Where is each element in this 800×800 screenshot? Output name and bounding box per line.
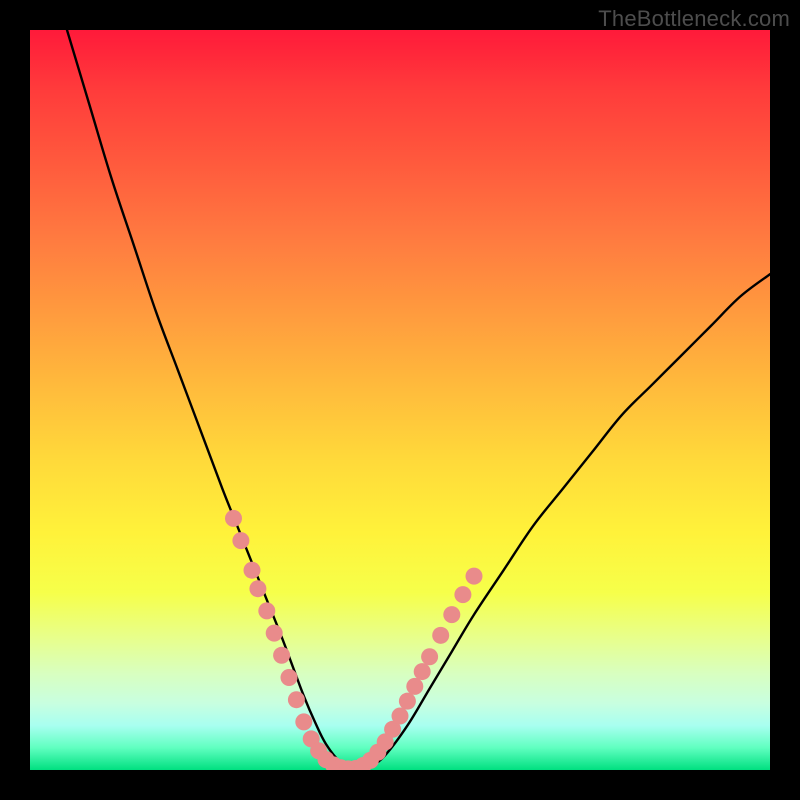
highlight-dot (266, 625, 283, 642)
highlight-dot (399, 693, 416, 710)
highlight-dot (281, 669, 298, 686)
highlight-dot (466, 568, 483, 585)
chart-plot-area (30, 30, 770, 770)
highlight-dot (454, 586, 471, 603)
bottleneck-curve (67, 30, 770, 770)
highlight-dot (295, 713, 312, 730)
highlight-dot (414, 663, 431, 680)
highlight-dot (273, 647, 290, 664)
highlight-dot (443, 606, 460, 623)
chart-svg (30, 30, 770, 770)
highlight-dot (421, 648, 438, 665)
highlight-dots (225, 510, 483, 770)
highlight-dot (432, 627, 449, 644)
highlight-dot (249, 580, 266, 597)
highlight-dot (392, 707, 409, 724)
highlight-dot (406, 678, 423, 695)
chart-frame: TheBottleneck.com (0, 0, 800, 800)
highlight-dot (244, 562, 261, 579)
watermark-text: TheBottleneck.com (598, 6, 790, 32)
highlight-dot (288, 691, 305, 708)
highlight-dot (225, 510, 242, 527)
highlight-dot (258, 602, 275, 619)
highlight-dot (232, 532, 249, 549)
